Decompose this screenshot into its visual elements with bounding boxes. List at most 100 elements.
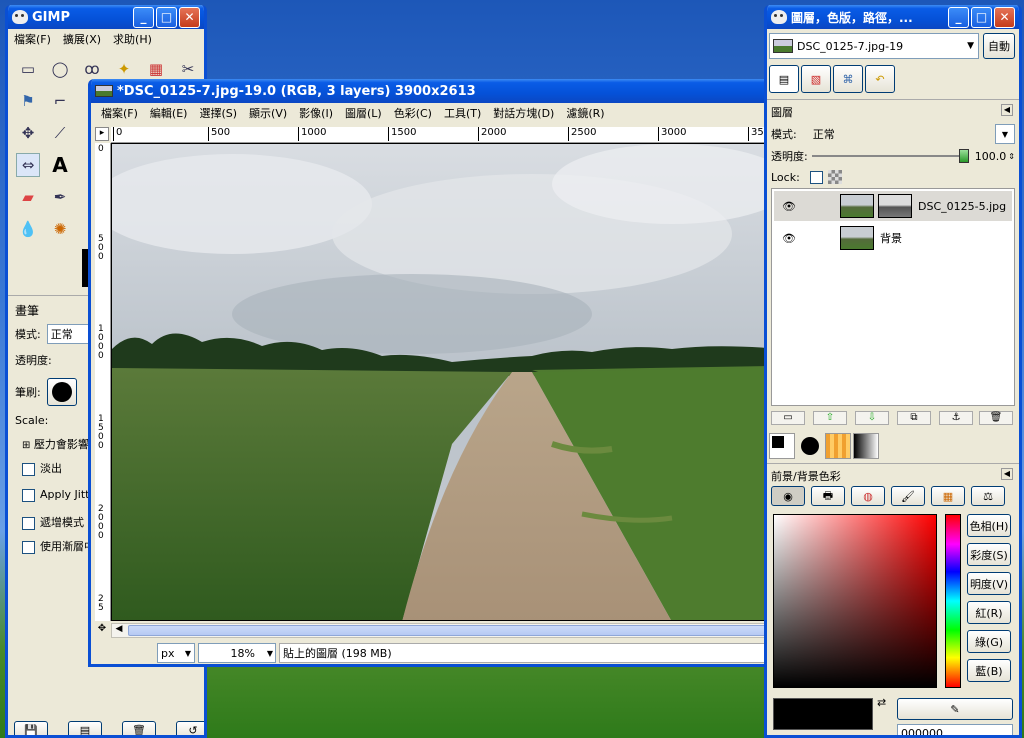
color-picker-icon[interactable]: ⌐ bbox=[48, 89, 72, 113]
layer-opacity-value[interactable]: 100.0 bbox=[975, 150, 1007, 163]
minimize-button[interactable]: _ bbox=[133, 6, 154, 28]
swap-colors-icon[interactable]: ⇄ bbox=[877, 696, 886, 709]
menu-view[interactable]: 顯示(V) bbox=[243, 105, 293, 121]
paths-tab-icon[interactable]: ⌘ bbox=[833, 65, 863, 93]
palette-selector-icon[interactable]: ▦ bbox=[931, 486, 965, 506]
image-titlebar[interactable]: *DSC_0125-7.jpg-19.0 (RGB, 3 layers) 390… bbox=[91, 79, 767, 103]
lasso-icon[interactable]: ꝏ bbox=[80, 57, 104, 81]
auto-button[interactable]: 自動 bbox=[983, 33, 1015, 59]
zoom-combo[interactable]: 18% ▼ bbox=[198, 643, 276, 663]
color-picker-button[interactable]: ✎ bbox=[897, 698, 1013, 720]
menu-extensions[interactable]: 擴展(X) bbox=[57, 31, 107, 47]
opacity-slider[interactable] bbox=[811, 149, 971, 163]
brush-selector[interactable] bbox=[46, 378, 77, 406]
ink-icon[interactable]: ✒ bbox=[48, 185, 72, 209]
close-button[interactable]: ✕ bbox=[179, 6, 200, 28]
eye-icon[interactable]: 👁 bbox=[774, 200, 804, 213]
dock-titlebar[interactable]: 圖層，色版，路徑，... _ □ ✕ bbox=[767, 5, 1019, 29]
restore-options-button[interactable]: ▤ bbox=[68, 721, 102, 735]
menu-edit[interactable]: 編輯(E) bbox=[144, 105, 194, 121]
hue-strip[interactable] bbox=[945, 514, 961, 688]
channels-tab-icon[interactable]: ▧ bbox=[801, 65, 831, 93]
layer-mode-value[interactable]: 正常 bbox=[813, 126, 995, 142]
lock-alpha-checkbox[interactable] bbox=[809, 170, 823, 184]
panel-menu-icon[interactable]: ◀ bbox=[1001, 468, 1013, 480]
layers-tab-icon[interactable]: ▤ bbox=[769, 65, 799, 93]
menu-filters[interactable]: 濾鏡(R) bbox=[560, 105, 610, 121]
rect-select-icon[interactable]: ▭ bbox=[16, 57, 40, 81]
reset-options-button[interactable]: ↺ bbox=[176, 721, 204, 735]
eye-icon[interactable]: 👁 bbox=[774, 232, 804, 245]
lower-layer-icon[interactable]: ⇩ bbox=[855, 411, 889, 425]
menu-dialogs[interactable]: 對話方塊(D) bbox=[487, 105, 560, 121]
menu-layer[interactable]: 圖層(L) bbox=[339, 105, 388, 121]
horizontal-ruler[interactable]: 0 500 1000 1500 2000 2500 3000 35 bbox=[111, 127, 767, 143]
layer-mode-dropdown[interactable]: ▼ bbox=[995, 124, 1015, 144]
align-icon[interactable]: ⟋ bbox=[48, 121, 72, 145]
layer-row[interactable]: 👁 背景 bbox=[774, 223, 1012, 253]
wheel-selector-icon[interactable]: ◍ bbox=[851, 486, 885, 506]
maximize-button[interactable]: □ bbox=[971, 6, 992, 28]
menu-file[interactable]: 檔案(F) bbox=[8, 31, 57, 47]
color-select-icon[interactable]: ▦ bbox=[144, 57, 168, 81]
panel-menu-icon[interactable]: ◀ bbox=[1001, 104, 1013, 116]
menu-select[interactable]: 選擇(S) bbox=[193, 105, 243, 121]
fade-checkbox[interactable] bbox=[22, 462, 35, 476]
layer-row[interactable]: 👁 DSC_0125-5.jpg bbox=[774, 191, 1012, 221]
scissors-icon[interactable]: ✂ bbox=[176, 57, 200, 81]
value-button[interactable]: 明度(V) bbox=[967, 572, 1011, 595]
minimize-button[interactable]: _ bbox=[948, 6, 969, 28]
menu-image[interactable]: 影像(I) bbox=[293, 105, 339, 121]
text-icon[interactable]: A bbox=[48, 153, 72, 177]
cmyk-selector-icon[interactable]: 🖶 bbox=[811, 486, 845, 506]
raise-layer-icon[interactable]: ⇧ bbox=[813, 411, 847, 425]
saturation-button[interactable]: 彩度(S) bbox=[967, 543, 1011, 566]
menu-help[interactable]: 求助(H) bbox=[107, 31, 158, 47]
anchor-layer-icon[interactable]: ⚓ bbox=[939, 411, 973, 425]
jitter-checkbox[interactable] bbox=[22, 488, 35, 502]
fg-color-swatch[interactable] bbox=[773, 698, 873, 730]
maximize-button[interactable]: □ bbox=[156, 6, 177, 28]
dodge-icon[interactable]: ✺ bbox=[48, 217, 72, 241]
vertical-ruler[interactable]: 0 5 0 0 1 0 0 0 1 5 0 0 2 0 0 0 2 5 bbox=[95, 143, 111, 621]
duplicate-layer-icon[interactable]: ⧉ bbox=[897, 411, 931, 425]
nav-corner-icon[interactable]: ✥ bbox=[95, 623, 109, 637]
toolbox-titlebar[interactable]: GIMP _ □ ✕ bbox=[8, 5, 204, 29]
ruler-corner-button[interactable]: ▸ bbox=[95, 127, 109, 141]
undo-tab-icon[interactable]: ↶ bbox=[865, 65, 895, 93]
color-square[interactable] bbox=[773, 514, 937, 688]
close-button[interactable]: ✕ bbox=[994, 6, 1015, 28]
brushes-tab-icon[interactable] bbox=[797, 433, 823, 459]
chevron-down-icon[interactable]: ▼ bbox=[267, 649, 273, 658]
blur-icon[interactable]: 💧 bbox=[16, 217, 40, 241]
horizontal-scrollbar[interactable]: ◀ bbox=[111, 623, 767, 638]
paths-icon[interactable]: ⚑ bbox=[16, 89, 40, 113]
flip-icon[interactable]: ⇔ bbox=[16, 153, 40, 177]
spin-icon[interactable]: ⇕ bbox=[1008, 152, 1015, 161]
menu-colors[interactable]: 色彩(C) bbox=[388, 105, 438, 121]
red-button[interactable]: 紅(R) bbox=[967, 601, 1011, 624]
menu-tools[interactable]: 工具(T) bbox=[438, 105, 487, 121]
hue-button[interactable]: 色相(H) bbox=[967, 514, 1011, 537]
scroll-thumb[interactable] bbox=[128, 625, 767, 636]
scales-selector-icon[interactable]: ⚖ bbox=[971, 486, 1005, 506]
scroll-left-button[interactable]: ◀ bbox=[112, 624, 126, 637]
gradients-tab-icon[interactable] bbox=[853, 433, 879, 459]
opacity-slider-thumb[interactable] bbox=[958, 149, 969, 163]
gradient-checkbox[interactable] bbox=[22, 540, 35, 554]
move-icon[interactable]: ✥ bbox=[16, 121, 40, 145]
delete-layer-icon[interactable]: 🗑 bbox=[979, 411, 1013, 425]
green-button[interactable]: 綠(G) bbox=[967, 630, 1011, 653]
menu-file[interactable]: 檔案(F) bbox=[95, 105, 144, 121]
expander-icon[interactable]: ⊞ bbox=[22, 440, 30, 451]
blue-button[interactable]: 藍(B) bbox=[967, 659, 1011, 682]
save-options-button[interactable]: 💾 bbox=[14, 721, 48, 735]
hex-input[interactable]: 000000 bbox=[897, 724, 1013, 735]
delete-options-button[interactable]: 🗑 bbox=[122, 721, 156, 735]
gimp-selector-icon[interactable]: ◉ bbox=[771, 486, 805, 506]
image-selector[interactable]: DSC_0125-7.jpg-19 ▼ bbox=[769, 33, 979, 59]
pressure-label[interactable]: 壓力會影響 bbox=[34, 438, 89, 451]
eraser-icon[interactable]: ▰ bbox=[16, 185, 40, 209]
new-layer-icon[interactable]: ▭ bbox=[771, 411, 805, 425]
incremental-checkbox[interactable] bbox=[22, 516, 35, 530]
